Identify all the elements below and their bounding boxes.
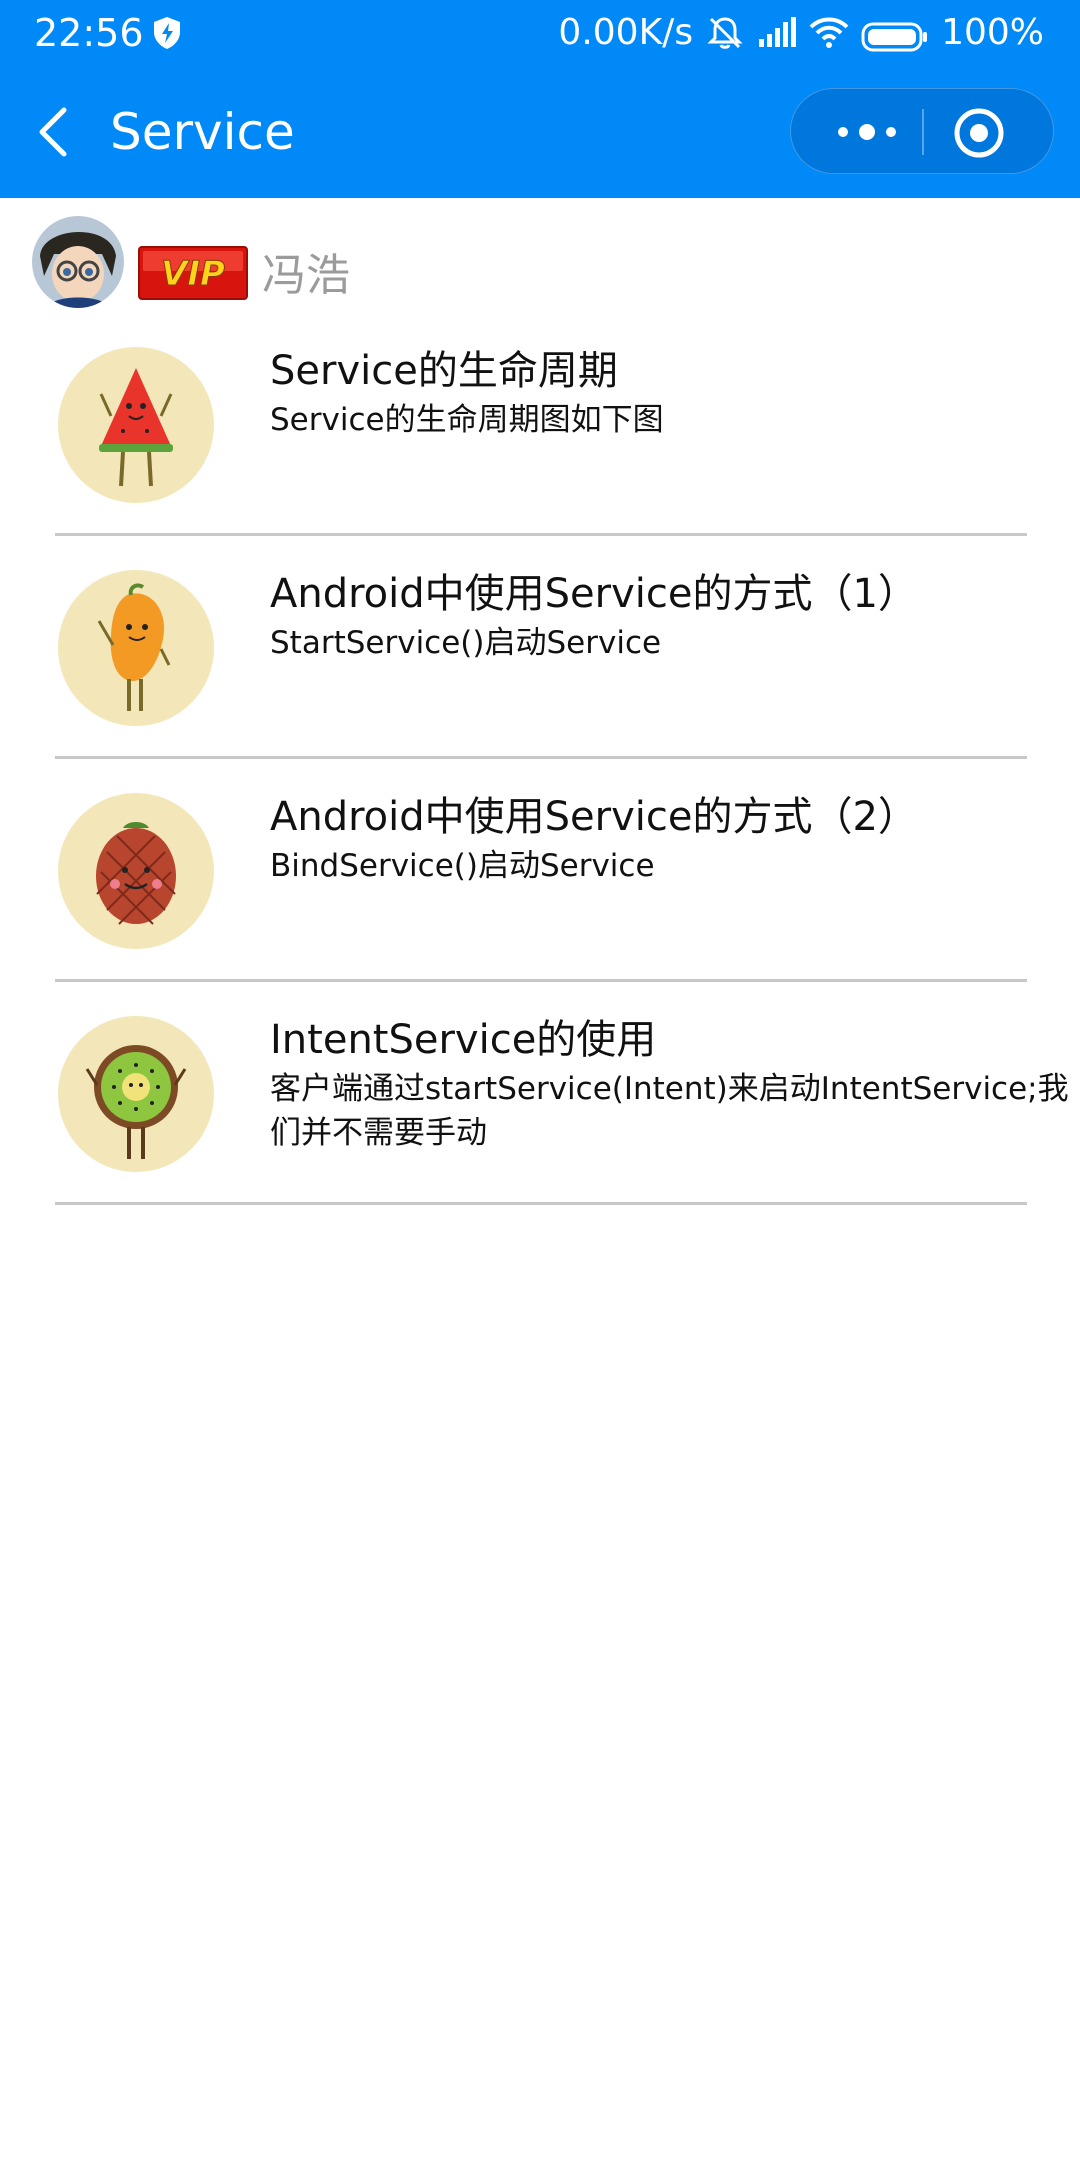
- battery-level: 100%: [941, 12, 1044, 53]
- nav-bar: Service: [0, 66, 1080, 198]
- item-desc: 客户端通过startService(Intent)来启动IntentServic…: [270, 1071, 1069, 1151]
- mute-bell-icon: [705, 15, 745, 51]
- watermelon-icon: [57, 346, 215, 504]
- item-title: Android中使用Service的方式（2）: [270, 794, 918, 840]
- item-desc: BindService()启动Service: [270, 848, 655, 884]
- page-title: Service: [110, 103, 295, 161]
- list-item[interactable]: Android中使用Service的方式（2） BindService()启动S…: [0, 776, 1080, 999]
- divider: [55, 756, 1027, 759]
- divider: [55, 1202, 1027, 1205]
- status-right: 0.00K/s 100%: [558, 10, 1044, 56]
- item-title: Android中使用Service的方式（1）: [270, 571, 918, 617]
- signal-icon: [757, 15, 797, 51]
- status-bar: 22:56 0.00K/s 100%: [0, 0, 1080, 66]
- chevron-left-icon[interactable]: [28, 102, 84, 162]
- wifi-icon: [809, 15, 849, 51]
- avatar[interactable]: [32, 216, 124, 308]
- vip-badge-text: VIP: [161, 254, 225, 294]
- header: 22:56 0.00K/s 100% Service: [0, 0, 1080, 198]
- list-item[interactable]: Android中使用Service的方式（1） StartService()启动…: [0, 553, 1080, 776]
- status-time: 22:56: [34, 11, 144, 55]
- item-desc: Service的生命周期图如下图: [270, 402, 664, 438]
- vip-badge-icon: VIP: [138, 246, 248, 300]
- network-speed: 0.00K/s: [558, 12, 694, 53]
- mango-icon: [57, 569, 215, 727]
- user-row: VIP 冯浩: [0, 198, 1080, 328]
- item-title: IntentService的使用: [270, 1017, 657, 1063]
- target-close-icon[interactable]: [951, 105, 1007, 161]
- list-item[interactable]: IntentService的使用 客户端通过startService(Inten…: [0, 999, 1080, 1222]
- battery-icon: [861, 18, 929, 52]
- capsule-divider: [922, 109, 924, 155]
- divider: [55, 979, 1027, 982]
- item-title: Service的生命周期: [270, 348, 618, 394]
- menu-capsule: [790, 88, 1054, 174]
- lychee-icon: [57, 792, 215, 950]
- divider: [55, 533, 1027, 536]
- shield-icon: [152, 16, 182, 50]
- username: 冯浩: [262, 250, 350, 301]
- item-desc: StartService()启动Service: [270, 625, 662, 661]
- kiwi-icon: [57, 1015, 215, 1173]
- more-dots-icon[interactable]: [819, 109, 915, 155]
- list-item[interactable]: Service的生命周期 Service的生命周期图如下图: [0, 330, 1080, 553]
- article-list: Service的生命周期 Service的生命周期图如下图 Android中使用…: [0, 330, 1080, 1222]
